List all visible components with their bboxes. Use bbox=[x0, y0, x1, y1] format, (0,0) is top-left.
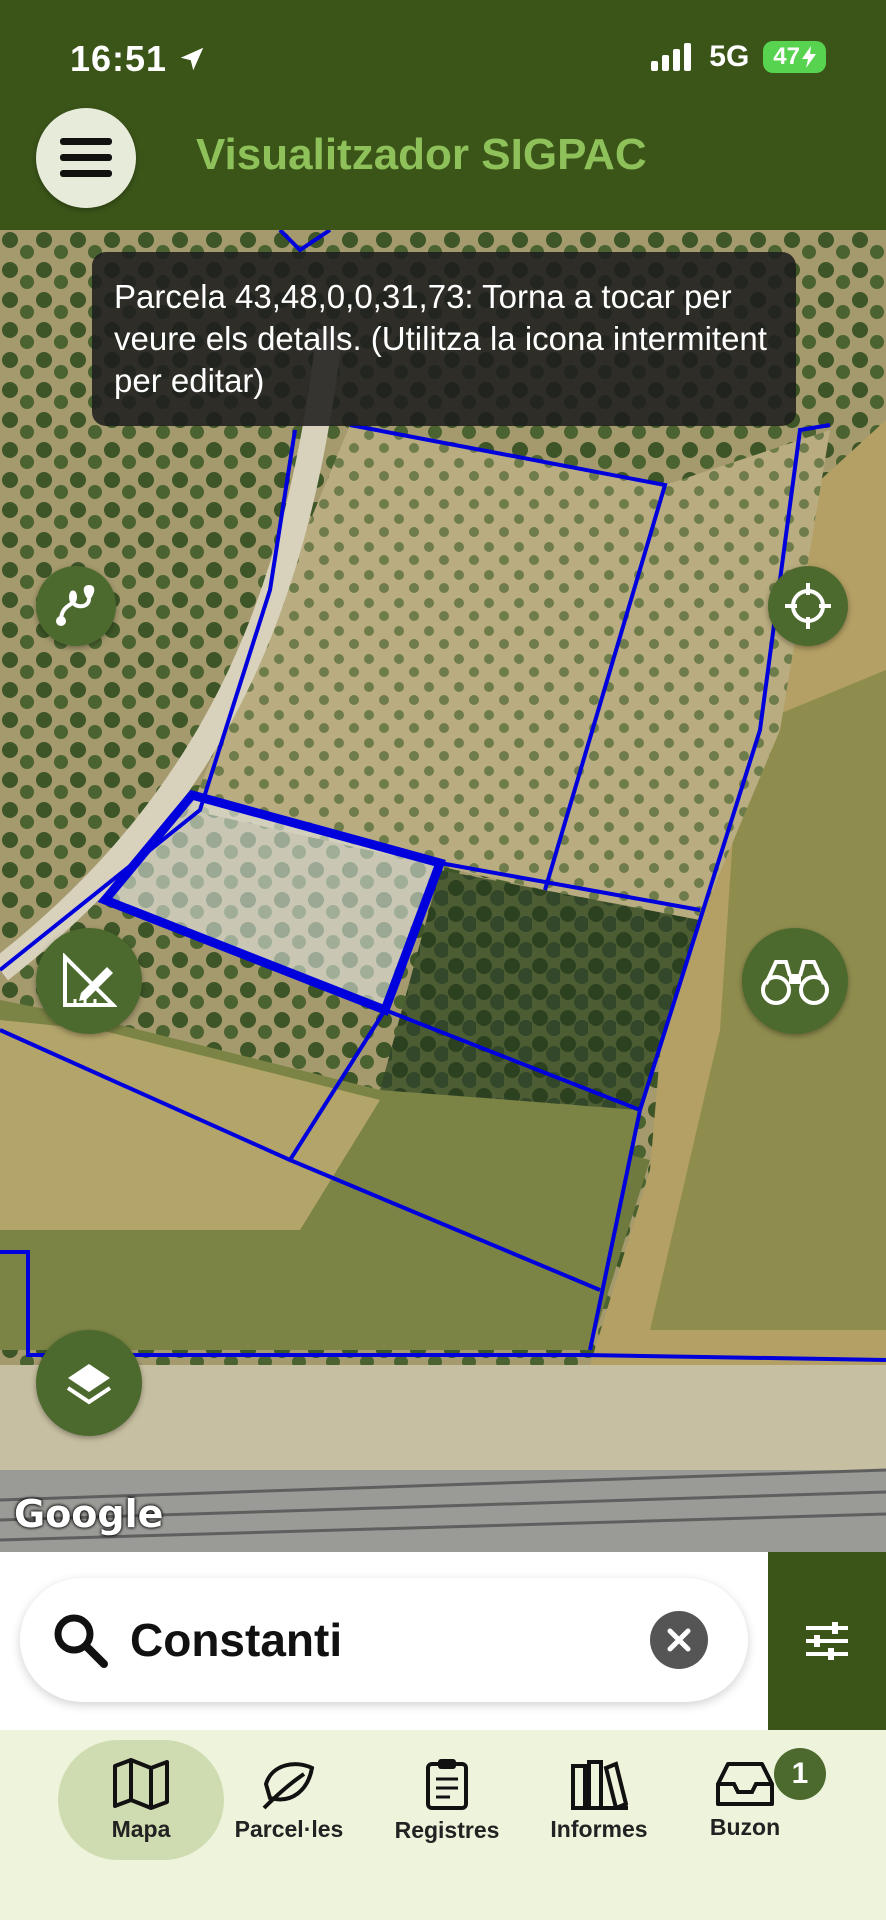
nav-label-informes: Informes bbox=[550, 1815, 648, 1842]
search-query[interactable]: Constanti bbox=[130, 1613, 650, 1667]
bottom-navigation: Mapa Parcel·les Registres Informes Buzon… bbox=[0, 1730, 886, 1920]
locate-button[interactable] bbox=[768, 566, 848, 646]
network-type: 5G bbox=[709, 40, 750, 73]
nav-item-informes[interactable]: Informes bbox=[516, 1740, 682, 1860]
battery-level: 47 bbox=[773, 43, 800, 70]
map-icon bbox=[113, 1757, 169, 1810]
clear-search-button[interactable] bbox=[650, 1611, 708, 1669]
explore-button[interactable] bbox=[742, 928, 848, 1034]
inbox-icon bbox=[716, 1761, 774, 1806]
nav-item-parceles[interactable]: Parcel·les bbox=[206, 1740, 372, 1860]
leaf-icon bbox=[262, 1761, 315, 1809]
measure-button[interactable] bbox=[36, 928, 142, 1034]
filter-button[interactable] bbox=[768, 1552, 886, 1730]
nav-label-registres: Registres bbox=[394, 1816, 500, 1843]
nav-item-mapa[interactable]: Mapa bbox=[58, 1740, 224, 1860]
sliders-icon bbox=[806, 1622, 848, 1660]
route-icon bbox=[56, 585, 95, 626]
search-input[interactable]: Constanti bbox=[20, 1578, 748, 1702]
status-time-text: 16:51 bbox=[70, 38, 168, 79]
route-button[interactable] bbox=[36, 566, 116, 646]
layers-icon bbox=[66, 1364, 112, 1405]
status-indicators: 5G 47 bbox=[651, 40, 826, 74]
battery-indicator: 47 bbox=[763, 41, 826, 73]
search-area: Constanti bbox=[0, 1552, 886, 1730]
map-view[interactable]: Parcela 43,48,0,0,31,73: Torna a tocar p… bbox=[0, 230, 886, 1552]
signal-icon bbox=[651, 43, 692, 71]
clipboard-icon bbox=[426, 1758, 468, 1810]
menu-button[interactable] bbox=[36, 108, 136, 208]
google-attribution: Google bbox=[14, 1492, 164, 1536]
location-arrow-icon bbox=[180, 47, 204, 71]
nav-label-mapa: Mapa bbox=[111, 1815, 171, 1842]
page-title: Visualitzador SIGPAC bbox=[196, 130, 647, 179]
layers-button[interactable] bbox=[36, 1330, 142, 1436]
books-icon bbox=[571, 1759, 628, 1810]
parcel-toast[interactable]: Parcela 43,48,0,0,31,73: Torna a tocar p… bbox=[92, 252, 796, 426]
search-icon bbox=[54, 1614, 108, 1668]
nav-label-parceles: Parcel·les bbox=[234, 1815, 344, 1842]
nav-item-registres[interactable]: Registres bbox=[364, 1740, 530, 1860]
ruler-pencil-icon bbox=[63, 953, 117, 1007]
hamburger-icon bbox=[60, 138, 112, 177]
crosshair-icon bbox=[785, 583, 831, 629]
nav-label-buzon: Buzon bbox=[709, 1813, 781, 1840]
charging-bolt-icon bbox=[802, 46, 816, 68]
app-header: 16:51 5G 47 Visualitzador SIGPAC bbox=[0, 0, 886, 230]
status-time: 16:51 bbox=[70, 38, 207, 80]
close-icon bbox=[667, 1628, 691, 1652]
inbox-badge: 1 bbox=[774, 1748, 826, 1800]
binoculars-icon bbox=[761, 960, 829, 1005]
